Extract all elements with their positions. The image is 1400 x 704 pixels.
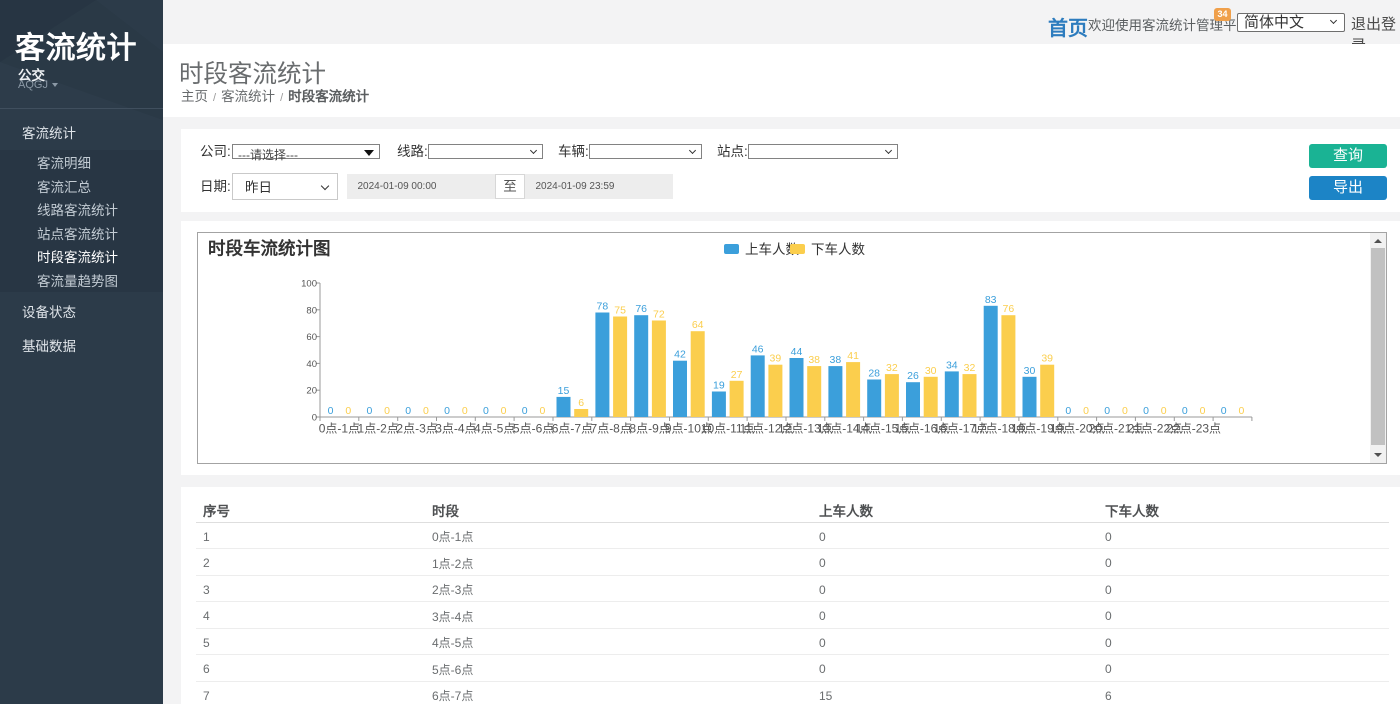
svg-text:42: 42 — [674, 349, 686, 361]
svg-text:时段车流统计图: 时段车流统计图 — [208, 239, 331, 259]
svg-text:26: 26 — [907, 370, 919, 382]
svg-text:72: 72 — [653, 309, 665, 321]
svg-text:75: 75 — [614, 305, 626, 317]
svg-text:76: 76 — [635, 303, 647, 315]
svg-text:1点-2点: 1点-2点 — [358, 422, 399, 436]
svg-text:64: 64 — [692, 319, 704, 331]
svg-text:20: 20 — [306, 386, 317, 397]
svg-text:38: 38 — [808, 354, 820, 366]
svg-text:0: 0 — [1065, 405, 1071, 417]
svg-text:30: 30 — [1024, 365, 1036, 377]
svg-text:83: 83 — [985, 294, 997, 306]
svg-text:6: 6 — [578, 397, 584, 409]
svg-text:0: 0 — [1221, 405, 1227, 417]
svg-text:38: 38 — [830, 354, 842, 366]
svg-text:0: 0 — [328, 405, 334, 417]
svg-text:41: 41 — [847, 350, 859, 362]
svg-text:0: 0 — [384, 405, 390, 417]
svg-text:30: 30 — [925, 365, 937, 377]
svg-text:0: 0 — [1122, 405, 1128, 417]
svg-text:下车人数: 下车人数 — [811, 241, 865, 257]
svg-text:5点-6点: 5点-6点 — [513, 422, 554, 436]
svg-text:0: 0 — [1200, 405, 1206, 417]
svg-text:80: 80 — [306, 305, 317, 316]
svg-text:32: 32 — [886, 362, 898, 374]
svg-text:6点-7点: 6点-7点 — [552, 422, 593, 436]
svg-text:39: 39 — [1041, 353, 1053, 365]
svg-text:3点-4点: 3点-4点 — [435, 422, 476, 436]
svg-text:0: 0 — [366, 405, 372, 417]
svg-text:0: 0 — [483, 405, 489, 417]
svg-text:0: 0 — [444, 405, 450, 417]
svg-text:2点-3点: 2点-3点 — [396, 422, 437, 436]
svg-text:60: 60 — [306, 332, 317, 343]
svg-text:0: 0 — [1182, 405, 1188, 417]
svg-text:0: 0 — [501, 405, 507, 417]
svg-text:0: 0 — [1143, 405, 1149, 417]
svg-text:0: 0 — [1104, 405, 1110, 417]
svg-text:0: 0 — [312, 413, 317, 424]
svg-text:22点-23点: 22点-23点 — [1166, 422, 1221, 436]
svg-text:76: 76 — [1003, 303, 1015, 315]
svg-text:34: 34 — [946, 359, 958, 371]
svg-text:15: 15 — [558, 385, 570, 397]
svg-text:0: 0 — [405, 405, 411, 417]
svg-text:100: 100 — [301, 279, 317, 290]
svg-text:0: 0 — [462, 405, 468, 417]
svg-text:39: 39 — [770, 353, 782, 365]
svg-text:0: 0 — [345, 405, 351, 417]
svg-text:0: 0 — [1083, 405, 1089, 417]
svg-text:27: 27 — [731, 369, 743, 381]
svg-text:0: 0 — [423, 405, 429, 417]
svg-text:0: 0 — [1161, 405, 1167, 417]
svg-text:28: 28 — [868, 368, 880, 380]
svg-text:40: 40 — [306, 359, 317, 370]
svg-text:44: 44 — [791, 346, 803, 358]
svg-text:0点-1点: 0点-1点 — [319, 422, 360, 436]
svg-text:0: 0 — [539, 405, 545, 417]
svg-text:0: 0 — [1238, 405, 1244, 417]
svg-text:7点-8点: 7点-8点 — [591, 422, 632, 436]
svg-text:4点-5点: 4点-5点 — [474, 422, 515, 436]
svg-text:46: 46 — [752, 343, 764, 355]
svg-text:19: 19 — [713, 380, 725, 392]
svg-text:0: 0 — [522, 405, 528, 417]
svg-text:78: 78 — [597, 301, 609, 313]
svg-text:32: 32 — [964, 362, 976, 374]
